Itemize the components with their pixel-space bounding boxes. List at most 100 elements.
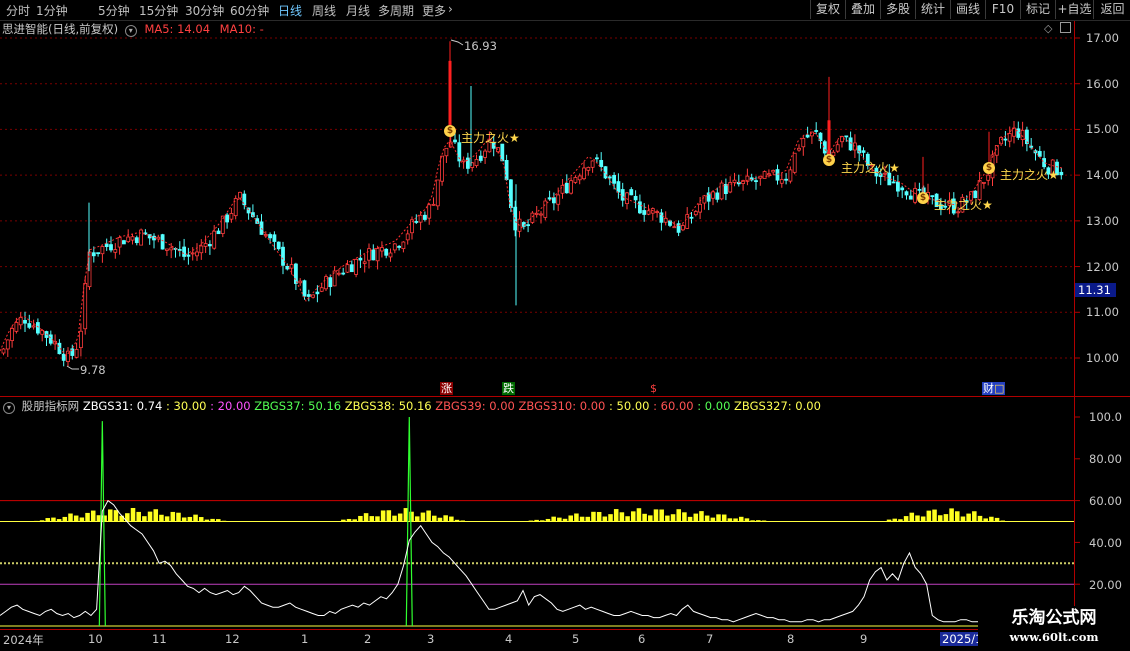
indicator-bar (437, 517, 443, 522)
limit-up-marker[interactable]: 涨 (440, 382, 453, 395)
candle-body (689, 216, 694, 219)
price-tick: 14.00 (1086, 168, 1119, 182)
candle-body (1037, 151, 1042, 157)
candle-body (448, 60, 452, 134)
candle-body (328, 277, 333, 288)
candle-body (526, 224, 530, 227)
indicator-bar (153, 509, 159, 522)
signal-text: 主力之火 (934, 198, 983, 212)
candle-body (401, 241, 406, 250)
candle-body (586, 166, 591, 171)
indicator-bar (562, 518, 568, 522)
candle-body (891, 181, 896, 184)
candle-body (109, 244, 113, 251)
candle-body (453, 139, 457, 143)
candle-body (48, 334, 53, 344)
candle-body (552, 197, 556, 204)
indicator-bar (676, 509, 682, 522)
candle-body (431, 203, 436, 206)
candle-body (289, 264, 294, 269)
candle-body (96, 252, 100, 255)
indicator-bar (159, 514, 164, 522)
indicator-bar (659, 509, 664, 522)
indicator-name[interactable]: 股朋指标网 (22, 399, 80, 413)
indicator-bar (45, 518, 51, 522)
indicator-bar (147, 511, 153, 522)
date-label: 8 (787, 632, 795, 646)
indicator-bar (397, 513, 403, 522)
candle-body (315, 291, 320, 295)
candle-body (36, 322, 40, 334)
indicator-bar (738, 516, 744, 522)
star-icon: ★ (889, 161, 900, 175)
candle-body (207, 244, 212, 247)
indicator-bar (443, 515, 448, 522)
indicator-bar (420, 512, 426, 522)
signal-text: 主力之火 (1000, 168, 1049, 182)
indicator-bar (608, 514, 613, 522)
price-tick: 10.00 (1086, 351, 1119, 365)
indicator-bar (187, 516, 193, 522)
candle-body (1, 348, 6, 354)
low-pointer (66, 365, 79, 370)
candle-body (698, 203, 702, 213)
candle-body (397, 245, 402, 248)
candle-body (405, 233, 410, 241)
candle-body (474, 159, 479, 167)
candle-body (638, 201, 642, 214)
indicator-bar (142, 516, 147, 522)
candle-body (130, 236, 135, 241)
financial-report-marker[interactable]: 财□ (982, 382, 1006, 395)
indicator-bar (954, 511, 960, 522)
candle-body (31, 325, 36, 328)
indicator-bar (113, 510, 119, 522)
indicator-bar (653, 509, 659, 522)
indicator-bar (989, 516, 994, 522)
candle-body (74, 349, 79, 358)
current-price-badge: 11.31 (1075, 283, 1116, 297)
indicator-bar (966, 513, 971, 522)
candle-body (754, 180, 758, 183)
candle-body (612, 175, 616, 184)
indicator-bar (591, 511, 596, 522)
candle-body (560, 184, 565, 194)
date-label: 2024年 (3, 633, 44, 647)
indicator-value-10: ZBGS327: 0.00 (734, 399, 821, 413)
indicator-bar (164, 516, 170, 522)
indicator-bar (375, 516, 380, 522)
candle-body (113, 249, 118, 253)
candle-body (835, 144, 840, 152)
candle-body (784, 178, 788, 181)
candle-body (577, 175, 582, 181)
candle-body (767, 173, 771, 176)
candle-body (281, 246, 285, 266)
indicator-bar (414, 516, 420, 522)
watermark: 乐淘公式网 www.60lt.com (978, 606, 1130, 650)
indicator-bar (108, 509, 113, 522)
candle-body (599, 160, 604, 167)
indicator-bar (744, 518, 750, 522)
candle-body (427, 204, 432, 219)
candle-body (134, 237, 139, 244)
date-label: 3 (427, 632, 435, 646)
indicator-bar (994, 517, 1000, 522)
candle-body (190, 252, 195, 255)
chevron-down-icon[interactable]: ▾ (3, 402, 15, 414)
dividend-marker[interactable]: $ (649, 382, 658, 395)
watermark-title: 乐淘公式网 (1011, 608, 1097, 628)
indicator-bar (886, 519, 892, 522)
candle-body (418, 214, 423, 223)
candle-body (672, 226, 677, 229)
indicator-bar (670, 514, 676, 522)
candle-body (861, 150, 866, 153)
candle-body (14, 322, 19, 332)
limit-down-marker[interactable]: 跌 (502, 382, 515, 395)
indicator-bar (636, 508, 642, 522)
candle-body (848, 137, 853, 151)
candle-body (844, 135, 849, 138)
candle-body (982, 181, 986, 184)
candle-body (203, 243, 208, 247)
candle-body (986, 174, 991, 181)
date-label: 4 (505, 632, 513, 646)
candle-body (79, 330, 83, 349)
